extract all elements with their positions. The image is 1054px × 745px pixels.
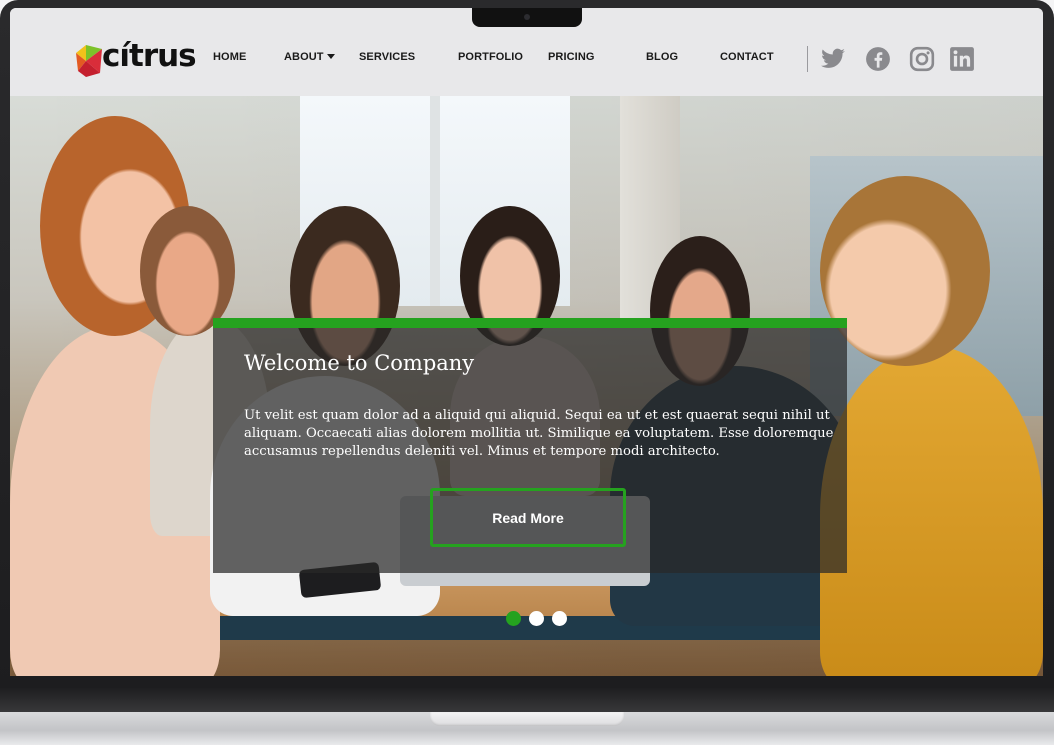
read-more-button[interactable]: Read More [430,488,626,547]
caret-down-icon [326,54,335,59]
nav-divider [807,46,808,72]
logo[interactable]: cítrus [74,38,197,79]
carousel-dots [506,611,567,626]
hero-banner: Welcome to Company Ut velit est quam dol… [10,96,1043,676]
camera-icon [524,14,530,20]
logo-text: cítrus [102,38,197,74]
linkedin-icon[interactable] [949,46,975,72]
hero-accent-bar [213,318,847,328]
carousel-dot-3[interactable] [552,611,567,626]
hero-background-window-frame [430,96,440,306]
nav-services[interactable]: SERVICES [359,51,415,63]
hero-description: Ut velit est quam dolor ad a aliquid qui… [244,408,834,459]
person-right-body [820,346,1043,676]
carousel-dot-2[interactable] [529,611,544,626]
nav-home[interactable]: HOME [213,51,246,63]
hero-title: Welcome to Company [244,351,475,375]
laptop-hinge [0,688,1054,714]
nav-pricing[interactable]: PRICING [548,51,595,63]
nav-contact[interactable]: CONTACT [720,51,774,63]
nav-portfolio[interactable]: PORTFOLIO [458,51,523,63]
instagram-icon[interactable] [909,46,935,72]
twitter-icon[interactable] [820,46,846,72]
person-2-head [140,206,235,336]
nav-about[interactable]: ABOUT [284,51,335,63]
browser-screen: cítrus HOME ABOUT SERVICES PORTFOLIO PRI… [10,8,1043,676]
nav-about-label: ABOUT [284,51,324,63]
facebook-icon[interactable] [865,46,891,72]
laptop-base-notch [430,712,624,726]
camera-notch [472,8,582,27]
hero-caption-box: Welcome to Company Ut velit est quam dol… [213,318,847,573]
carousel-dot-1[interactable] [506,611,521,626]
citrus-logo-icon [76,45,102,77]
nav-blog[interactable]: BLOG [646,51,678,63]
